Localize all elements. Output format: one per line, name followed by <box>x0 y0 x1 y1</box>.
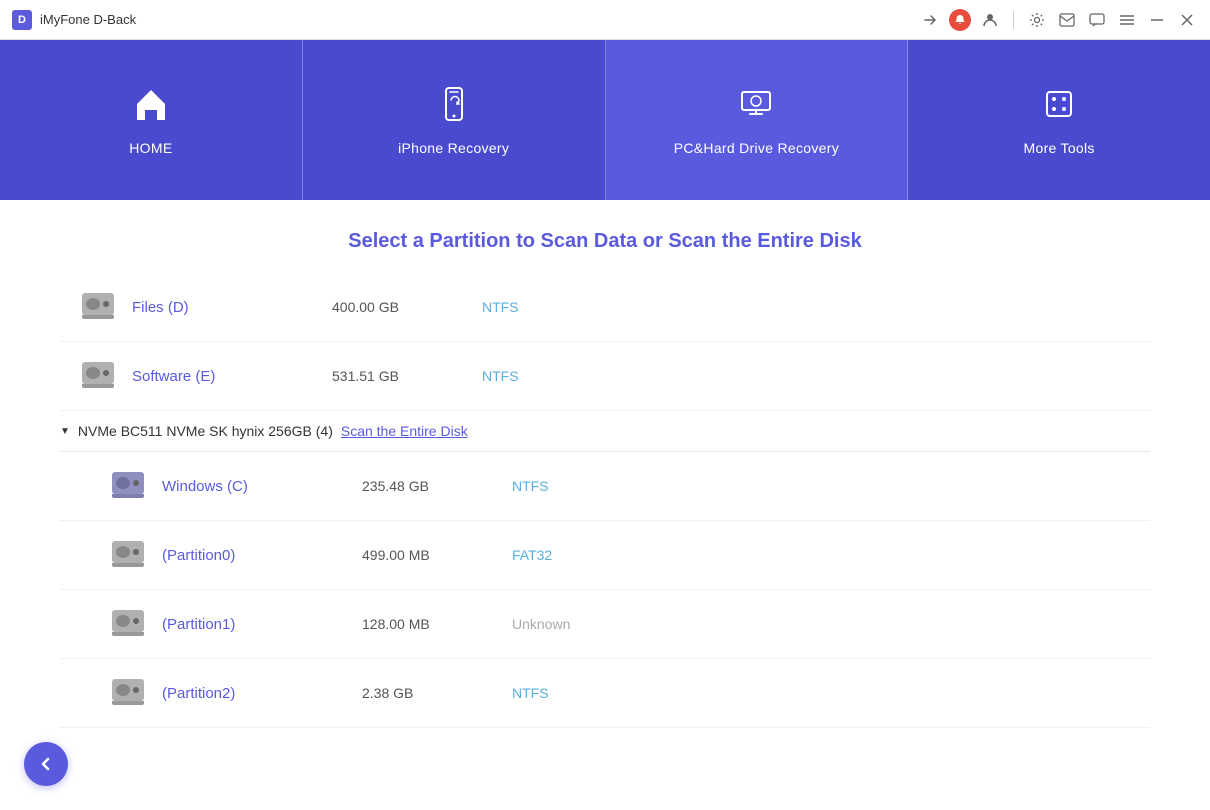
partition-fs-e: NTFS <box>482 368 519 384</box>
nav-home-label: HOME <box>129 140 172 156</box>
partition-size-p0: 499.00 MB <box>362 547 512 563</box>
partition-icon-p0 <box>110 537 146 573</box>
partition-icon-c <box>110 468 146 504</box>
titlebar-divider <box>1013 11 1014 29</box>
partition-name-c: Windows (C) <box>162 478 362 495</box>
minimize-button[interactable] <box>1146 9 1168 31</box>
partition-name-p1: (Partition1) <box>162 616 362 633</box>
nvme-group-header: ▼ NVMe BC511 NVMe SK hynix 256GB (4) Sca… <box>60 411 1150 452</box>
partition-fs-p0: FAT32 <box>512 547 552 563</box>
menu-icon[interactable] <box>1116 9 1138 31</box>
nvme-arrow-icon: ▼ <box>60 426 70 437</box>
home-icon <box>131 84 171 130</box>
partition-icon-e <box>80 358 116 394</box>
nav-more-tools-label: More Tools <box>1024 140 1095 156</box>
nav-more-tools[interactable]: More Tools <box>908 40 1210 200</box>
titlebar: D iMyFone D-Back <box>0 0 1210 40</box>
partition-icon-p2 <box>110 675 146 711</box>
partition-size-c: 235.48 GB <box>362 478 512 494</box>
back-button[interactable] <box>24 742 68 786</box>
notification-icon[interactable] <box>949 9 971 31</box>
partition-fs-p1: Unknown <box>512 616 570 632</box>
nvme-group-name: NVMe BC511 NVMe SK hynix 256GB (4) <box>78 423 333 439</box>
main-content: Select a Partition to Scan Data or Scan … <box>0 200 1210 810</box>
partition-name-p0: (Partition0) <box>162 547 362 564</box>
close-button[interactable] <box>1176 9 1198 31</box>
partition-icon-p1 <box>110 606 146 642</box>
partition-name-e: Software (E) <box>132 368 332 385</box>
partition-size-d: 400.00 GB <box>332 299 482 315</box>
partition-size-p2: 2.38 GB <box>362 685 512 701</box>
grid-icon <box>1039 84 1079 130</box>
user-icon[interactable] <box>979 9 1001 31</box>
partition-name-d: Files (D) <box>132 299 332 316</box>
share-icon[interactable] <box>919 9 941 31</box>
scan-entire-disk-link[interactable]: Scan the Entire Disk <box>341 423 468 439</box>
nav-pc-recovery[interactable]: PC&Hard Drive Recovery <box>606 40 909 200</box>
partition-size-p1: 128.00 MB <box>362 616 512 632</box>
navbar: HOME iPhone Recovery PC&Hard Drive Recov… <box>0 40 1210 200</box>
settings-icon[interactable] <box>1026 9 1048 31</box>
page-title: Select a Partition to Scan Data or Scan … <box>0 200 1210 273</box>
partition-name-p2: (Partition2) <box>162 685 362 702</box>
mail-icon[interactable] <box>1056 9 1078 31</box>
partition-fs-c: NTFS <box>512 478 549 494</box>
partition-row-e[interactable]: Software (E) 531.51 GB NTFS <box>60 342 1150 411</box>
disk-list: Files (D) 400.00 GB NTFS Software (E) 53… <box>0 273 1210 728</box>
nav-home[interactable]: HOME <box>0 40 303 200</box>
nav-iphone-label: iPhone Recovery <box>398 140 509 156</box>
pc-icon <box>736 84 776 130</box>
partition-row-p1[interactable]: (Partition1) 128.00 MB Unknown <box>60 590 1150 659</box>
titlebar-controls <box>919 9 1198 31</box>
nav-pc-label: PC&Hard Drive Recovery <box>674 140 839 156</box>
partition-row-p0[interactable]: (Partition0) 499.00 MB FAT32 <box>60 521 1150 590</box>
partition-row-d[interactable]: Files (D) 400.00 GB NTFS <box>60 273 1150 342</box>
app-title: iMyFone D-Back <box>40 12 136 27</box>
partition-row-c[interactable]: Windows (C) 235.48 GB NTFS <box>60 452 1150 521</box>
partition-fs-d: NTFS <box>482 299 519 315</box>
chat-icon[interactable] <box>1086 9 1108 31</box>
iphone-icon <box>434 84 474 130</box>
partition-icon-d <box>80 289 116 325</box>
app-logo: D <box>12 10 32 30</box>
nav-iphone-recovery[interactable]: iPhone Recovery <box>303 40 606 200</box>
partition-row-p2[interactable]: (Partition2) 2.38 GB NTFS <box>60 659 1150 728</box>
partition-fs-p2: NTFS <box>512 685 549 701</box>
partition-size-e: 531.51 GB <box>332 368 482 384</box>
